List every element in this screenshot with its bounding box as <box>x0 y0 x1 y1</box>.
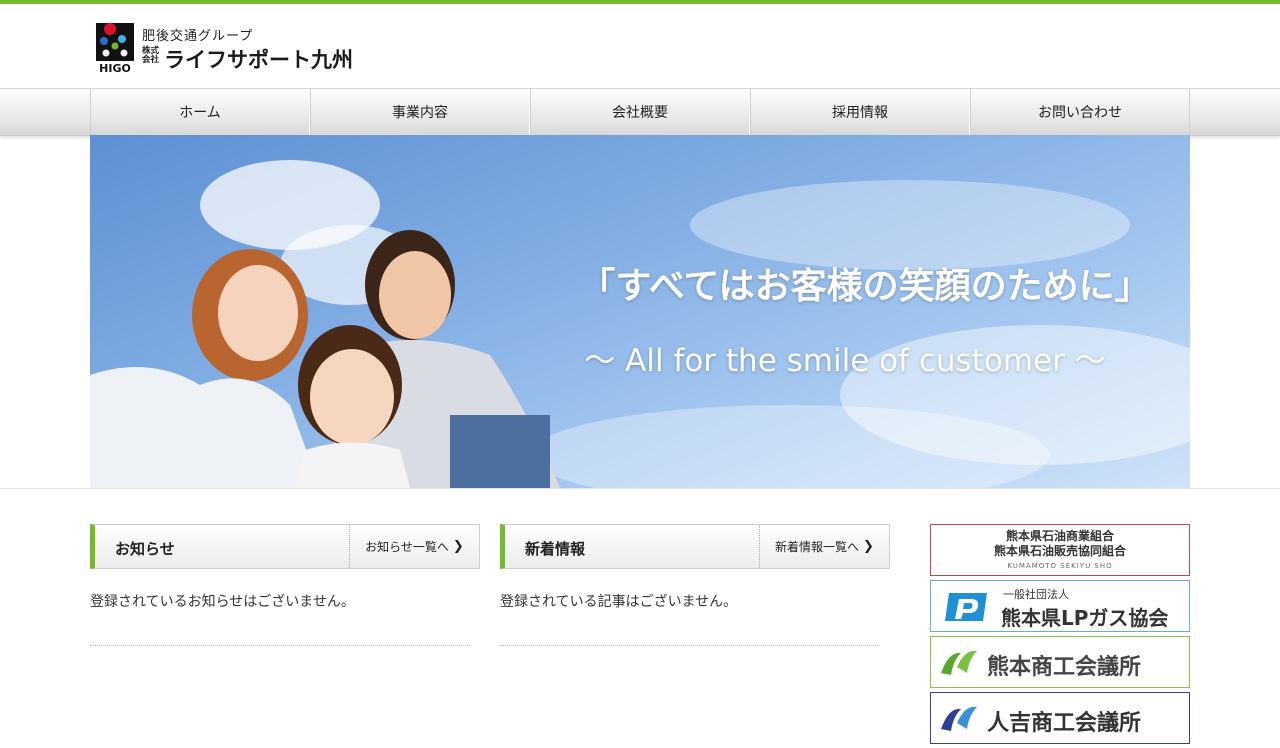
banner-lp-gas-name: 熊本県LPガス協会 <box>1001 606 1169 630</box>
news-panel: お知らせ お知らせ一覧へ ❯ 登録されているお知らせはございません。 <box>90 524 480 646</box>
hero-banner: 「すべてはお客様の笑顔のために」 〜 All for the smile of … <box>90 135 1190 488</box>
higo-logo-icon: HIGO <box>96 23 134 73</box>
nav-business[interactable]: 事業内容 <box>310 89 530 135</box>
nav-recruit[interactable]: 採用情報 <box>750 89 970 135</box>
nav-company[interactable]: 会社概要 <box>530 89 750 135</box>
updates-header: 新着情報 新着情報一覧へ ❯ <box>500 524 890 569</box>
nav-contact[interactable]: お問い合わせ <box>970 89 1190 135</box>
news-list-link-label: お知らせ一覧へ <box>365 540 449 554</box>
banner-hitoyoshi-cci-name: 人吉商工会議所 <box>987 711 1142 736</box>
updates-empty-message: 登録されている記事はございません。 <box>500 594 738 610</box>
banner-kumamoto-cci-name: 熊本商工会議所 <box>987 655 1142 680</box>
site-header: HIGO 肥後交通グループ 株式会社 ライフサポート九州 <box>0 4 1280 88</box>
main-navigation: ホーム 事業内容 会社概要 採用情報 お問い合わせ <box>0 88 1280 136</box>
updates-list-link[interactable]: 新着情報一覧へ ❯ <box>759 525 889 568</box>
news-divider <box>90 645 470 646</box>
updates-panel: 新着情報 新着情報一覧へ ❯ 登録されている記事はございません。 <box>500 524 890 646</box>
updates-divider <box>500 645 880 646</box>
banner-kumamoto-cci[interactable]: 熊本商工会議所 <box>930 636 1190 688</box>
updates-title: 新着情報 <box>525 540 586 558</box>
chevron-right-icon: ❯ <box>863 539 874 554</box>
banner-kumamoto-sekiyu[interactable]: 熊本県石油商業組合 熊本県石油販売協同組合 KUMAMOTO SEKIYU SH… <box>930 524 1190 576</box>
lp-gas-logo-icon <box>945 593 987 621</box>
company-logo[interactable]: HIGO 肥後交通グループ 株式会社 ライフサポート九州 <box>96 23 376 75</box>
group-label: 肥後交通グループ <box>142 29 254 44</box>
nav-home[interactable]: ホーム <box>90 89 310 135</box>
svg-text:HIGO: HIGO <box>99 62 131 73</box>
company-name: ライフサポート九州 <box>164 48 353 72</box>
chevron-right-icon: ❯ <box>452 539 464 554</box>
banner-sekiyu-line2: 熊本県石油販売協同組合 <box>993 544 1126 558</box>
updates-list-link-label: 新着情報一覧へ <box>775 540 860 554</box>
hitoyoshi-cci-logo-icon <box>941 706 977 731</box>
banner-lp-gas[interactable]: 一般社団法人 熊本県LPガス協会 <box>930 580 1190 632</box>
banner-sekiyu-line1: 熊本県石油商業組合 <box>1005 529 1114 543</box>
hero-divider <box>0 488 1280 489</box>
hero-subtitle: 〜 All for the smile of customer 〜 <box>584 343 1106 379</box>
banner-sekiyu-line3: KUMAMOTO SEKIYU SHO <box>1007 562 1113 570</box>
news-header: お知らせ お知らせ一覧へ ❯ <box>90 524 480 569</box>
hero-tagline: 「すべてはお客様の笑顔のために」 <box>579 266 1151 307</box>
news-empty-message: 登録されているお知らせはございません。 <box>90 594 355 610</box>
banner-hitoyoshi-cci[interactable]: 人吉商工会議所 <box>930 692 1190 744</box>
company-type: 株式会社 <box>142 46 160 65</box>
cci-logo-icon <box>941 650 977 675</box>
news-title: お知らせ <box>115 540 175 558</box>
news-list-link[interactable]: お知らせ一覧へ ❯ <box>349 525 479 568</box>
partner-banners: 熊本県石油商業組合 熊本県石油販売協同組合 KUMAMOTO SEKIYU SH… <box>930 524 1190 748</box>
hero-photo <box>90 160 1190 488</box>
banner-lp-gas-small: 一般社団法人 <box>1003 588 1069 601</box>
